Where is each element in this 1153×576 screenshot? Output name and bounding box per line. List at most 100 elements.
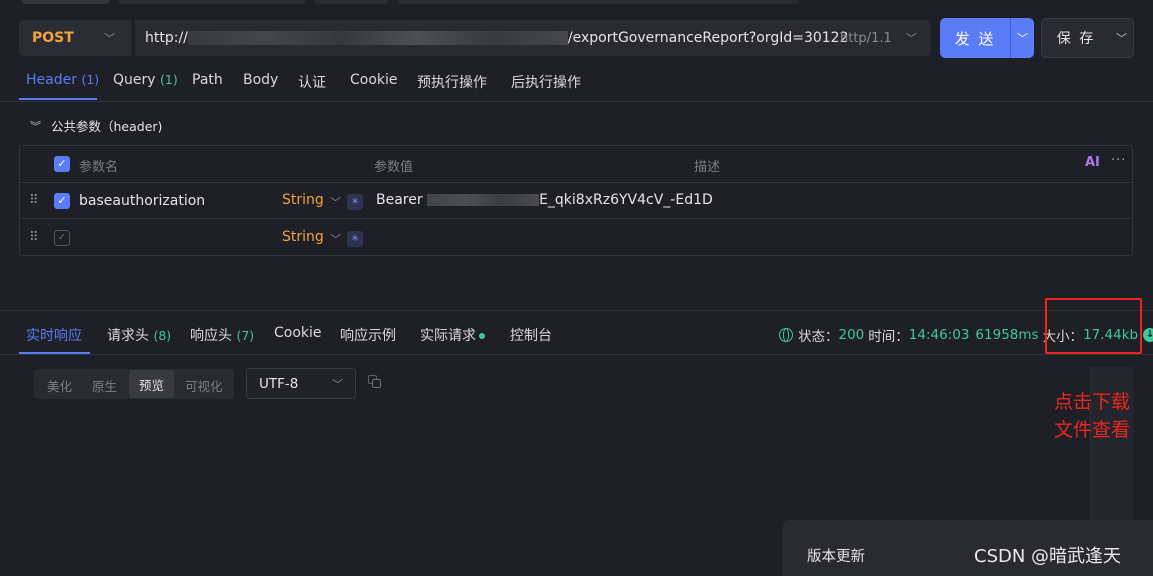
watermark: CSDN @暗武逢天 <box>974 546 1122 567</box>
request-tabs: Header (1) Query (1) Path Body 认证 Cookie… <box>0 64 1153 102</box>
tab-label: 实时响应 <box>26 328 82 344</box>
tab-label: Query <box>113 72 156 88</box>
tab-label: 控制台 <box>510 328 552 344</box>
tab-pre-request[interactable]: 预执行操作 <box>417 72 487 92</box>
encoding-value: UTF-8 <box>259 375 299 392</box>
divider <box>20 218 1132 219</box>
send-button[interactable]: 发 送 <box>940 18 1010 58</box>
required-star-icon[interactable]: * <box>347 231 363 247</box>
protocol-select[interactable]: http/1.1 ﹀ <box>840 20 930 56</box>
top-tab[interactable] <box>314 0 388 4</box>
param-value-suffix: E_qki8xRz6YV4cV_-Ed1D <box>539 192 713 208</box>
column-header-name: 参数名 <box>79 160 119 175</box>
select-all-checkbox[interactable]: ✓ <box>54 156 70 172</box>
view-option-beautify[interactable]: 美化 <box>47 376 72 395</box>
drag-handle-icon[interactable]: ⠿ <box>29 193 38 208</box>
status-dot-icon <box>479 333 485 339</box>
tab-label: 实际请求 <box>420 328 476 344</box>
time-label: 时间： <box>868 329 909 345</box>
active-tab-indicator <box>19 98 97 100</box>
annotation-highlight-box <box>1045 298 1142 354</box>
globe-icon <box>779 328 793 342</box>
tab-console[interactable]: 控制台 <box>510 325 552 345</box>
chevron-down-icon: ﹀ <box>1116 32 1127 45</box>
tab-path[interactable]: Path <box>192 72 223 88</box>
annotation-text: 点击下载 文件查看 <box>1054 388 1150 444</box>
top-tab[interactable] <box>118 0 306 4</box>
tab-count: (8) <box>153 328 172 343</box>
tab-response-example[interactable]: 响应示例 <box>340 325 396 345</box>
tab-label: Body <box>243 72 279 88</box>
version-update-link[interactable]: 版本更新 <box>807 545 865 566</box>
chevron-down-icon: ﹀ <box>905 32 917 45</box>
column-header-value: 参数值 <box>374 160 414 175</box>
top-tab-strip <box>0 0 1153 8</box>
redacted-value-segment <box>427 194 540 206</box>
ai-icon[interactable]: AI <box>1085 155 1100 170</box>
param-type-select[interactable]: String <box>282 229 324 245</box>
chevron-down-icon: ﹀ <box>1017 32 1028 45</box>
tab-auth[interactable]: 认证 <box>298 72 326 92</box>
tab-label: 认证 <box>298 75 326 91</box>
param-name[interactable]: baseauthorization <box>79 193 205 209</box>
view-option-visualize[interactable]: 可视化 <box>185 376 223 395</box>
annotation-line: 点击下载 <box>1054 391 1131 413</box>
download-icon[interactable]: ↓ <box>1143 328 1153 342</box>
public-params-toggle[interactable]: ︾ 公共参数（header) <box>30 116 162 135</box>
status-label: 状态： <box>798 329 839 345</box>
tab-label: 响应示例 <box>340 328 396 344</box>
protocol-label: http/1.1 <box>840 30 892 46</box>
method-select[interactable]: POST ﹀ <box>19 20 131 56</box>
send-dropdown-button[interactable]: ﹀ <box>1010 18 1034 58</box>
top-tab[interactable] <box>398 0 798 4</box>
tab-label: 响应头 <box>190 328 232 344</box>
url-input[interactable]: http:// /exportGovernanceReport?orgId=30… <box>135 20 931 56</box>
copy-icon[interactable] <box>368 375 382 389</box>
tab-request-headers[interactable]: 请求头 (8) <box>107 325 171 345</box>
tab-label: Path <box>192 72 223 88</box>
more-icon[interactable]: ··· <box>1111 153 1126 168</box>
param-type-select[interactable]: String <box>282 192 324 208</box>
tab-count: (7) <box>236 328 255 343</box>
divider <box>20 182 1132 183</box>
annotation-line: 文件查看 <box>1054 419 1131 441</box>
active-tab-indicator <box>19 352 90 354</box>
tab-label: Cookie <box>274 325 322 341</box>
row-checkbox[interactable]: ✓ <box>54 193 70 209</box>
tab-cookie[interactable]: Cookie <box>350 72 398 88</box>
tab-cookie[interactable]: Cookie <box>274 325 322 341</box>
chevron-down-icon: ﹀ <box>330 196 341 209</box>
save-button[interactable]: 保 存 <box>1041 18 1111 58</box>
tab-query[interactable]: Query (1) <box>113 72 178 88</box>
required-star-icon[interactable]: * <box>347 194 363 210</box>
tab-response-headers[interactable]: 响应头 (7) <box>190 325 254 345</box>
tab-header[interactable]: Header (1) <box>26 72 99 88</box>
chevron-down-icon: ﹀ <box>104 32 115 45</box>
tab-actual-request[interactable]: 实际请求 <box>420 325 485 345</box>
encoding-select[interactable]: UTF-8 ﹀ <box>246 368 356 399</box>
tab-label: Cookie <box>350 72 398 88</box>
tab-count: (1) <box>81 72 100 87</box>
tab-post-request[interactable]: 后执行操作 <box>511 72 581 92</box>
time-value: 14:46:03 <box>908 327 970 343</box>
view-option-raw[interactable]: 原生 <box>92 376 117 395</box>
url-prefix: http:// <box>145 30 188 46</box>
save-dropdown-button[interactable]: ﹀ <box>1110 18 1134 58</box>
row-checkbox[interactable]: ✓ <box>54 230 70 246</box>
view-mode-switch: 美化 原生 预览 可视化 <box>34 369 234 399</box>
drag-handle-icon[interactable]: ⠿ <box>29 230 38 245</box>
tab-body[interactable]: Body <box>243 72 278 88</box>
url-suffix: /exportGovernanceReport?orgId=30122 <box>567 30 849 46</box>
duration-value: 61958ms <box>975 327 1039 343</box>
collapse-icon: ︾ <box>30 119 41 133</box>
tab-label: 请求头 <box>107 328 149 344</box>
view-option-preview[interactable]: 预览 <box>129 370 175 398</box>
tab-label: 后执行操作 <box>511 75 581 91</box>
chevron-down-icon: ﹀ <box>332 377 343 391</box>
chevron-down-icon: ﹀ <box>330 233 341 246</box>
column-header-desc: 描述 <box>694 160 721 175</box>
redacted-url-segment <box>187 31 568 45</box>
tab-live-response[interactable]: 实时响应 <box>26 325 82 345</box>
param-value[interactable]: Bearer E_qki8xRz6YV4cV_-Ed1D <box>376 192 713 208</box>
top-tab[interactable] <box>22 0 110 4</box>
